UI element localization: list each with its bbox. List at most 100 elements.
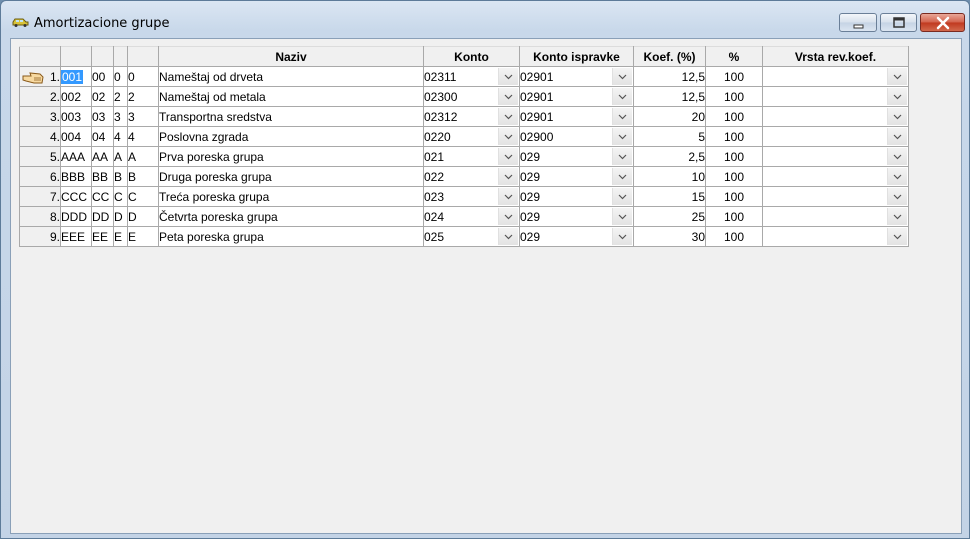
vrsta-dropdown-button[interactable] [887,208,907,225]
cell-konto-ispravke[interactable]: 02900 [519,126,634,147]
cell-c4[interactable]: B [127,166,159,187]
title-bar[interactable]: Amortizacione grupe [1,1,969,37]
cell-konto[interactable]: 02300 [423,86,520,107]
cell-koef[interactable]: 20 [633,106,706,127]
vrsta-dropdown-button[interactable] [887,168,907,185]
konto-dropdown-button[interactable] [498,148,518,165]
cell-konto-ispravke[interactable]: 029 [519,226,634,247]
cell-c4[interactable]: D [127,206,159,227]
cell-c1[interactable]: 004 [60,126,92,147]
cell-konto[interactable]: 02312 [423,106,520,127]
cell-c4[interactable]: 4 [127,126,159,147]
cell-vrsta-rev-koef[interactable] [762,126,909,147]
cell-konto[interactable]: 022 [423,166,520,187]
table-row[interactable]: 7. CCC CC C C Treća poreska grupa 023 029 15 100 [19,186,909,207]
cell-c2[interactable]: 00 [91,66,114,87]
cell-c4[interactable]: E [127,226,159,247]
cell-vrsta-rev-koef[interactable] [762,166,909,187]
maximize-button[interactable] [880,13,917,32]
cell-c1[interactable]: EEE [60,226,92,247]
column-header-c4[interactable] [127,46,159,67]
cell-c2[interactable]: BB [91,166,114,187]
konto-ispravke-dropdown-button[interactable] [612,128,632,145]
row-header[interactable]: 3. [19,106,61,127]
cell-c1[interactable]: BBB [60,166,92,187]
cell-c3[interactable]: 3 [113,106,128,127]
vrsta-dropdown-button[interactable] [887,228,907,245]
vrsta-dropdown-button[interactable] [887,108,907,125]
cell-konto[interactable]: 024 [423,206,520,227]
cell-naziv[interactable]: Prva poreska grupa [158,146,424,167]
cell-konto[interactable]: 02311 [423,66,520,87]
konto-dropdown-button[interactable] [498,228,518,245]
row-header[interactable]: 9. [19,226,61,247]
column-header-percent[interactable]: % [705,46,763,67]
cell-c2[interactable]: EE [91,226,114,247]
cell-vrsta-rev-koef[interactable] [762,186,909,207]
column-header-konto-ispravke[interactable]: Konto ispravke [519,46,634,67]
cell-c4[interactable]: 3 [127,106,159,127]
cell-c3[interactable]: D [113,206,128,227]
cell-koef[interactable]: 2,5 [633,146,706,167]
cell-vrsta-rev-koef[interactable] [762,146,909,167]
cell-c2[interactable]: CC [91,186,114,207]
table-row[interactable]: 5. AAA AA A A Prva poreska grupa 021 029 2,5 100 [19,146,909,167]
cell-percent[interactable]: 100 [705,186,763,207]
cell-koef[interactable]: 15 [633,186,706,207]
konto-ispravke-dropdown-button[interactable] [612,168,632,185]
konto-ispravke-dropdown-button[interactable] [612,148,632,165]
cell-vrsta-rev-koef[interactable] [762,226,909,247]
cell-naziv[interactable]: Treća poreska grupa [158,186,424,207]
konto-ispravke-dropdown-button[interactable] [612,88,632,105]
table-row[interactable]: 6. BBB BB B B Druga poreska grupa 022 029 10 100 [19,166,909,187]
cell-c1[interactable]: 001 [60,66,92,87]
cell-vrsta-rev-koef[interactable] [762,66,909,87]
table-row[interactable]: 3. 003 03 3 3 Transportna sredstva 02312 02901 2… [19,106,909,127]
konto-ispravke-dropdown-button[interactable] [612,188,632,205]
cell-naziv[interactable]: Nameštaj od metala [158,86,424,107]
cell-konto[interactable]: 023 [423,186,520,207]
cell-konto[interactable]: 021 [423,146,520,167]
cell-c1[interactable]: 002 [60,86,92,107]
cell-c3[interactable]: B [113,166,128,187]
cell-konto-ispravke[interactable]: 029 [519,166,634,187]
cell-c3[interactable]: 4 [113,126,128,147]
cell-konto-ispravke[interactable]: 029 [519,146,634,167]
cell-koef[interactable]: 10 [633,166,706,187]
cell-c4[interactable]: C [127,186,159,207]
cell-koef[interactable]: 25 [633,206,706,227]
vrsta-dropdown-button[interactable] [887,68,907,85]
cell-naziv[interactable]: Peta poreska grupa [158,226,424,247]
cell-percent[interactable]: 100 [705,86,763,107]
cell-percent[interactable]: 100 [705,146,763,167]
cell-c3[interactable]: 2 [113,86,128,107]
cell-c4[interactable]: 0 [127,66,159,87]
column-header-naziv[interactable]: Naziv [158,46,424,67]
vrsta-dropdown-button[interactable] [887,128,907,145]
table-row[interactable]: 4. 004 04 4 4 Poslovna zgrada 0220 02900 5 100 [19,126,909,147]
cell-konto-ispravke[interactable]: 029 [519,186,634,207]
vrsta-dropdown-button[interactable] [887,88,907,105]
cell-vrsta-rev-koef[interactable] [762,206,909,227]
vrsta-dropdown-button[interactable] [887,148,907,165]
cell-koef[interactable]: 30 [633,226,706,247]
cell-c2[interactable]: 03 [91,106,114,127]
cell-koef[interactable]: 5 [633,126,706,147]
konto-dropdown-button[interactable] [498,188,518,205]
cell-koef[interactable]: 12,5 [633,86,706,107]
konto-dropdown-button[interactable] [498,168,518,185]
cell-c1[interactable]: DDD [60,206,92,227]
cell-naziv[interactable]: Druga poreska grupa [158,166,424,187]
cell-c3[interactable]: C [113,186,128,207]
row-header[interactable]: 2. [19,86,61,107]
konto-ispravke-dropdown-button[interactable] [612,68,632,85]
cell-c2[interactable]: 02 [91,86,114,107]
row-header[interactable]: 5. [19,146,61,167]
cell-c2[interactable]: DD [91,206,114,227]
cell-c2[interactable]: AA [91,146,114,167]
cell-c4[interactable]: 2 [127,86,159,107]
cell-percent[interactable]: 100 [705,106,763,127]
cell-c1[interactable]: CCC [60,186,92,207]
cell-c3[interactable]: E [113,226,128,247]
minimize-button[interactable] [839,13,877,32]
